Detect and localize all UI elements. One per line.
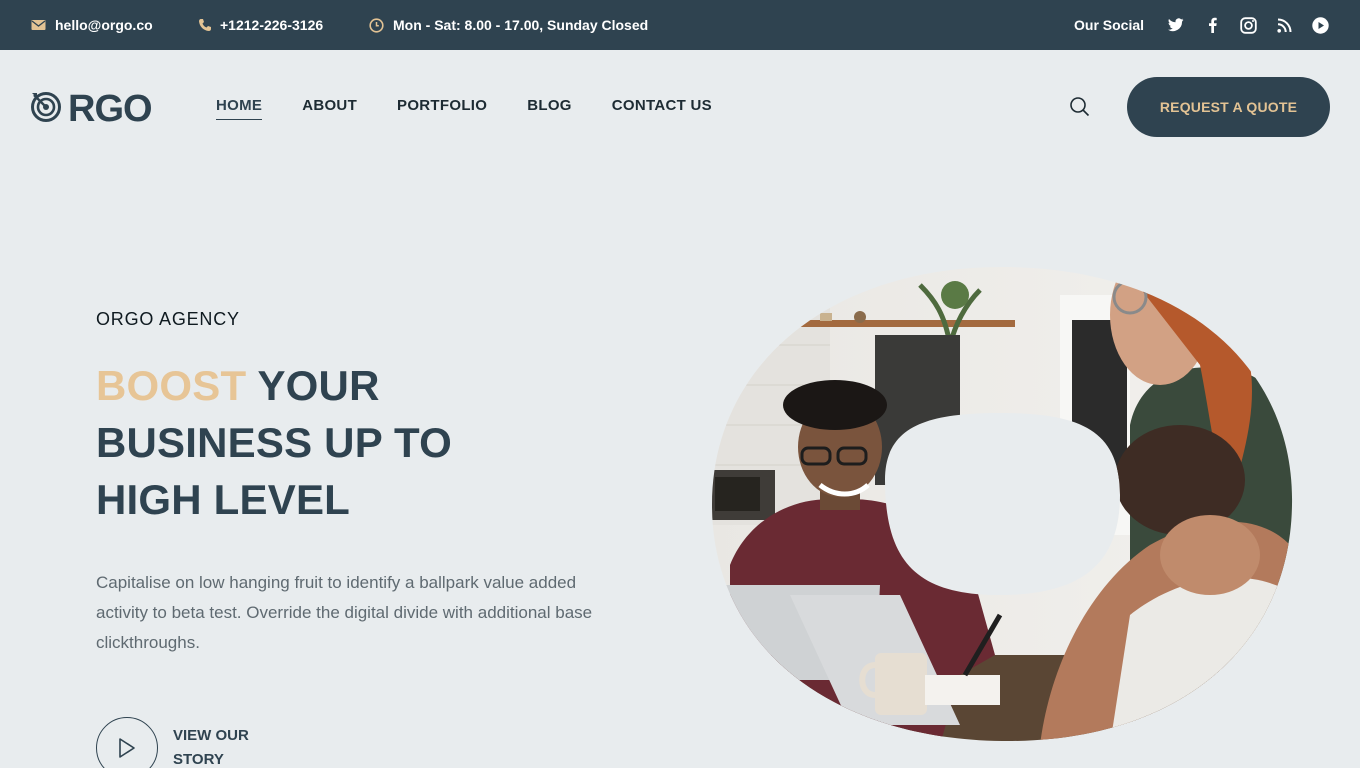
contact-phone[interactable]: +1212-226-3126 xyxy=(198,0,323,50)
social-label: Our Social xyxy=(1074,17,1145,33)
headline-line-2: BUSINESS UP TO xyxy=(96,419,453,466)
play-icon[interactable] xyxy=(96,717,158,768)
main-nav: HOME ABOUT PORTFOLIO BLOG CONTACT US xyxy=(216,96,712,120)
brand-logo[interactable]: RGO xyxy=(30,87,153,130)
instagram-icon[interactable] xyxy=(1238,15,1258,35)
target-logo-icon xyxy=(30,89,64,128)
phone-icon xyxy=(198,18,211,32)
rss-icon[interactable] xyxy=(1274,15,1294,35)
request-quote-button[interactable]: REQUEST A QUOTE xyxy=(1127,77,1330,137)
story-label: VIEW OUR STORY xyxy=(173,727,249,768)
clock-icon xyxy=(369,17,384,33)
nav-blog[interactable]: BLOG xyxy=(527,96,572,120)
phone-text: +1212-226-3126 xyxy=(220,17,324,33)
social-links xyxy=(1166,0,1330,50)
headline-accent: BOOST xyxy=(96,362,247,409)
view-story-button[interactable]: VIEW OUR STORY xyxy=(96,717,263,768)
search-icon[interactable] xyxy=(1069,96,1091,118)
hero-eyebrow: ORGO AGENCY xyxy=(96,309,240,329)
top-bar: hello@orgo.co +1212-226-3126 Mon - Sat: … xyxy=(0,0,1360,50)
youtube-icon[interactable] xyxy=(1310,15,1330,35)
nav-about[interactable]: ABOUT xyxy=(302,96,357,120)
facebook-icon[interactable] xyxy=(1202,15,1222,35)
hero-description: Capitalise on low hanging fruit to ident… xyxy=(96,573,593,652)
business-hours: Mon - Sat: 8.00 - 17.00, Sunday Closed xyxy=(369,0,648,50)
nav-contact-us[interactable]: CONTACT US xyxy=(612,96,712,120)
hours-text: Mon - Sat: 8.00 - 17.00, Sunday Closed xyxy=(393,17,649,33)
headline-line-1: YOUR xyxy=(246,362,380,409)
headline-line-3: HIGH LEVEL xyxy=(96,476,351,523)
nav-portfolio[interactable]: PORTFOLIO xyxy=(397,96,487,120)
hero-headline: BOOST YOUR BUSINESS UP TO HIGH LEVEL xyxy=(96,357,536,528)
contact-email[interactable]: hello@orgo.co xyxy=(31,0,153,50)
nav-home[interactable]: HOME xyxy=(216,96,263,120)
hero-team-photo xyxy=(710,265,1295,745)
logo-text: RGO xyxy=(68,87,153,130)
twitter-icon[interactable] xyxy=(1166,15,1186,35)
email-text: hello@orgo.co xyxy=(55,17,153,33)
mail-icon xyxy=(31,19,46,31)
